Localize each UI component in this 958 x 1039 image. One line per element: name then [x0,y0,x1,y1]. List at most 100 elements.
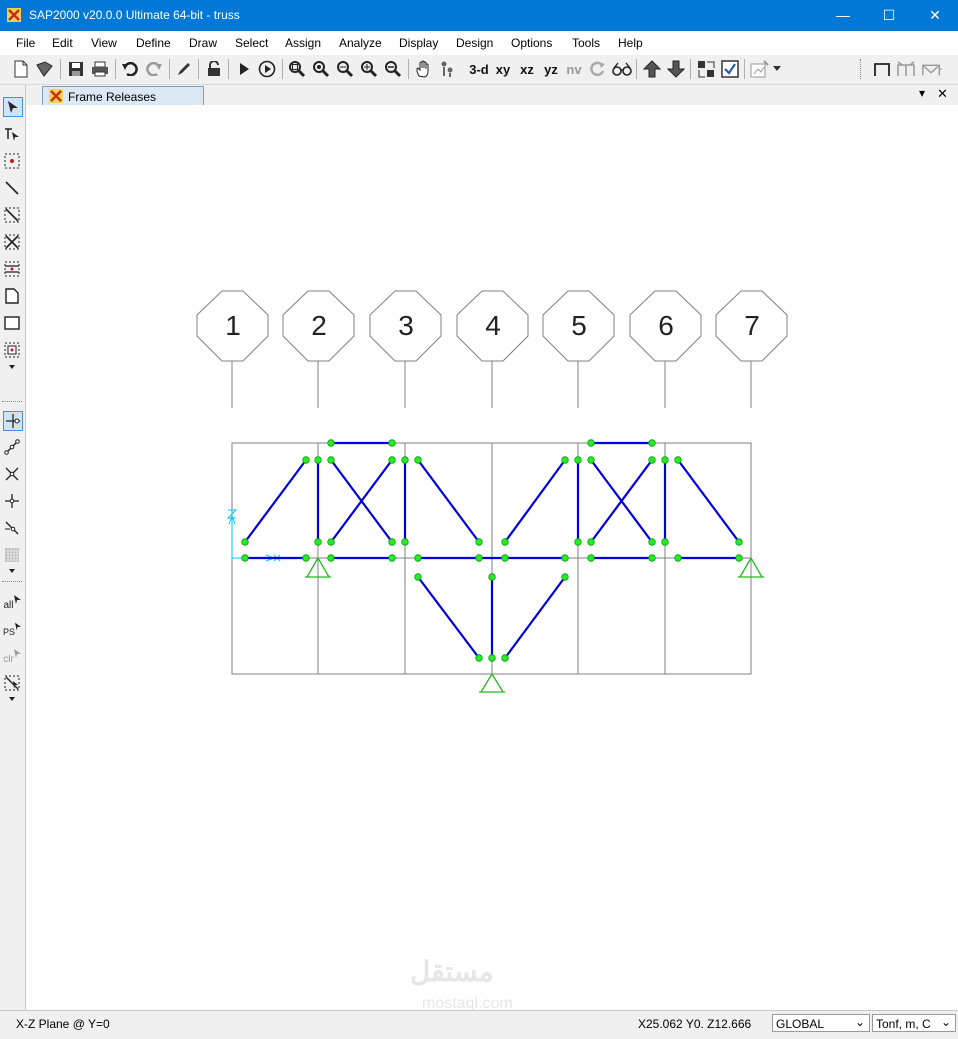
dropdown-arrow-icon[interactable] [771,58,783,80]
move-up-icon[interactable] [641,58,663,80]
menu-view[interactable]: View [91,36,117,50]
zoom-window-icon[interactable] [286,58,308,80]
toolbar-separator [198,59,199,79]
draw-rect-area-icon[interactable] [3,314,21,332]
intersecting-line-select-icon[interactable] [3,674,21,692]
title-bar: SAP2000 v20.0.0 Ultimate 64-bit - truss … [0,0,958,31]
redo-icon[interactable] [143,58,165,80]
quick-draw-brace-icon[interactable] [921,58,943,80]
undo-icon[interactable] [119,58,141,80]
run-analysis-icon[interactable] [233,58,255,80]
menu-bar: File Edit View Define Draw Select Assign… [0,31,958,55]
view-xz-button[interactable]: xz [516,58,538,80]
menu-display[interactable]: Display [399,36,438,50]
zoom-previous-icon[interactable] [334,58,356,80]
draw-joint-icon[interactable] [3,152,21,170]
edit-pencil-icon[interactable] [173,58,195,80]
menu-draw[interactable]: Draw [189,36,217,50]
menu-help[interactable]: Help [618,36,643,50]
snap-intersections-icon[interactable] [3,465,21,483]
rotate-view-icon[interactable] [587,58,609,80]
quick-draw-frame-box-icon[interactable] [3,206,21,224]
save-icon[interactable] [65,58,87,80]
maximize-button[interactable]: ☐ [866,0,912,31]
view-nv-button[interactable]: nv [563,58,585,80]
frame-member [416,575,481,660]
toolbar-separator [282,59,283,79]
lock-icon[interactable] [203,58,225,80]
close-button[interactable]: ✕ [912,0,958,31]
select-all-button[interactable]: all [3,593,21,611]
select-previous-button[interactable]: PS [3,620,21,638]
left-toolbar-separator [2,581,22,582]
view-plane-status: X-Z Plane @ Y=0 [16,1017,110,1031]
quick-draw-brace-box-icon[interactable] [3,233,21,251]
units-select[interactable]: Tonf, m, C ⌄ [872,1014,956,1032]
toolbar-separator [408,59,409,79]
select-all-label: all [3,599,14,611]
view-xy-button[interactable]: xy [492,58,514,80]
more-select-arrow-icon[interactable] [3,694,21,704]
toolbar-separator [636,59,637,79]
draw-poly-area-icon[interactable] [3,287,21,305]
clear-selection-button[interactable]: clr [3,647,21,665]
move-down-icon[interactable] [665,58,687,80]
more-tools-arrow-icon[interactable] [3,362,21,372]
menu-define[interactable]: Define [136,36,171,50]
menu-assign[interactable]: Assign [285,36,321,50]
snap-fine-grid-icon[interactable] [3,546,21,564]
menu-edit[interactable]: Edit [52,36,73,50]
chevron-down-icon: ⌄ [854,1015,865,1029]
toolbar-separator [228,59,229,79]
display-options-icon[interactable] [695,58,717,80]
minimize-button[interactable]: — [820,0,866,31]
snap-ends-icon[interactable] [3,438,21,456]
view-3d-button[interactable]: 3-d [466,58,492,80]
check-model-icon[interactable] [719,58,741,80]
left-toolbar-separator [2,401,22,402]
graph-tools-icon[interactable] [749,58,771,80]
grid-label-3: 3 [398,310,414,341]
reshape-icon[interactable] [3,125,21,143]
zoom-out-icon[interactable] [382,58,404,80]
tab-list-dropdown[interactable]: ▾ [919,86,925,100]
menu-options[interactable]: Options [511,36,552,50]
coordinate-system-select[interactable]: GLOBAL ⌄ [772,1014,870,1032]
cursor-coordinates: X25.062 Y0. Z12.666 [638,1017,752,1031]
print-icon[interactable] [89,58,111,80]
draw-frame-line-icon[interactable] [3,179,21,197]
select-previous-label: PS [3,627,16,637]
menu-tools[interactable]: Tools [572,36,600,50]
perspective-glasses-icon[interactable] [611,58,633,80]
menu-select[interactable]: Select [235,36,268,50]
document-tab-bar: Frame Releases ▾ ✕ [26,85,958,106]
snap-perpendicular-icon[interactable] [3,492,21,510]
quick-draw-area-icon[interactable] [3,341,21,359]
grid-label-2: 2 [311,310,327,341]
view-yz-button[interactable]: yz [540,58,562,80]
quick-draw-frame-icon[interactable] [895,58,917,80]
rubber-band-icon[interactable] [436,58,458,80]
quick-draw-secondary-beam-icon[interactable] [3,260,21,278]
snap-points-icon[interactable] [3,411,23,431]
open-model-icon[interactable] [34,58,56,80]
toolbar-separator [690,59,691,79]
menu-design[interactable]: Design [456,36,493,50]
run-now-icon[interactable] [256,58,278,80]
chevron-down-icon: ⌄ [940,1015,951,1029]
more-snap-arrow-icon[interactable] [3,566,21,576]
model-view-canvas[interactable]: 1 2 3 4 5 6 7 [26,105,958,1010]
new-model-icon[interactable] [10,58,32,80]
menu-file[interactable]: File [16,36,35,50]
frame-member [416,458,481,544]
global-axes-icon [226,509,281,562]
snap-lines-icon[interactable] [3,519,21,537]
menu-analyze[interactable]: Analyze [339,36,382,50]
draw-frame-icon[interactable] [871,58,893,80]
pan-hand-icon[interactable] [412,58,434,80]
zoom-in-icon[interactable] [358,58,380,80]
tab-frame-releases[interactable]: Frame Releases [42,86,204,106]
tab-close-button[interactable]: ✕ [937,86,948,102]
pointer-icon[interactable] [3,97,23,117]
zoom-default-icon[interactable] [310,58,332,80]
